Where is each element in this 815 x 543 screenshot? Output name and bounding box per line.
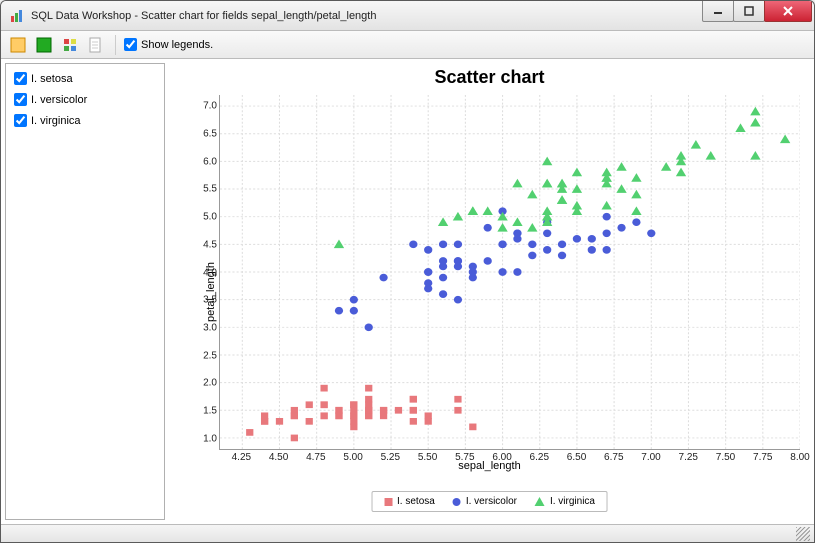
chart-gold-icon [10,37,26,53]
chart-colors-icon [62,37,78,53]
chart-area: Scatter chart petal_length 1.01.52.02.53… [169,63,810,520]
minimize-icon [713,6,723,16]
legend-item-versicolor[interactable]: I. versicolor [453,496,517,507]
triangle-icon [535,497,545,506]
app-window: SQL Data Workshop - Scatter chart for fi… [0,0,815,543]
chart-type-btn-4[interactable] [85,34,107,56]
circle-icon [453,498,461,506]
minimize-button[interactable] [702,0,734,22]
show-legends-label: Show legends. [141,39,213,51]
chart-green-icon [36,37,52,53]
maximize-button[interactable] [733,0,765,22]
legend-item-setosa[interactable]: I. setosa [384,496,435,507]
legend-item-virginica[interactable]: I. virginica [535,496,595,507]
chart-type-btn-1[interactable] [7,34,29,56]
x-axis-label: sepal_length [169,460,810,472]
show-legends-checkbox[interactable]: Show legends. [124,38,213,51]
chart-doc-icon [88,37,104,53]
square-icon [384,498,392,506]
series-check-virginica[interactable]: I. virginica [14,114,156,127]
app-icon [9,8,25,24]
series-sidebar: I. setosa I. versicolor I. virginica [5,63,165,520]
series-check-versicolor[interactable]: I. versicolor [14,93,156,106]
series-check-setosa[interactable]: I. setosa [14,72,156,85]
chart-type-btn-2[interactable] [33,34,55,56]
window-title: SQL Data Workshop - Scatter chart for fi… [31,10,703,22]
content: I. setosa I. versicolor I. virginica Sca… [1,59,814,524]
y-ticks: 1.01.52.02.53.03.54.04.55.05.56.06.57.0 [193,95,217,450]
statusbar [1,524,814,542]
close-button[interactable] [764,0,812,22]
legend: I. setosa I. versicolor I. virginica [371,491,608,512]
maximize-icon [744,6,754,16]
toolbar-separator [115,35,116,55]
plot[interactable] [219,95,800,450]
titlebar[interactable]: SQL Data Workshop - Scatter chart for fi… [1,1,814,31]
close-icon [782,6,794,16]
window-buttons [703,5,812,27]
chart-type-btn-3[interactable] [59,34,81,56]
show-legends-input[interactable] [124,38,137,51]
chart-title: Scatter chart [169,67,810,88]
resize-grip-icon[interactable] [796,527,810,541]
plot-svg [220,95,800,449]
toolbar: Show legends. [1,31,814,59]
